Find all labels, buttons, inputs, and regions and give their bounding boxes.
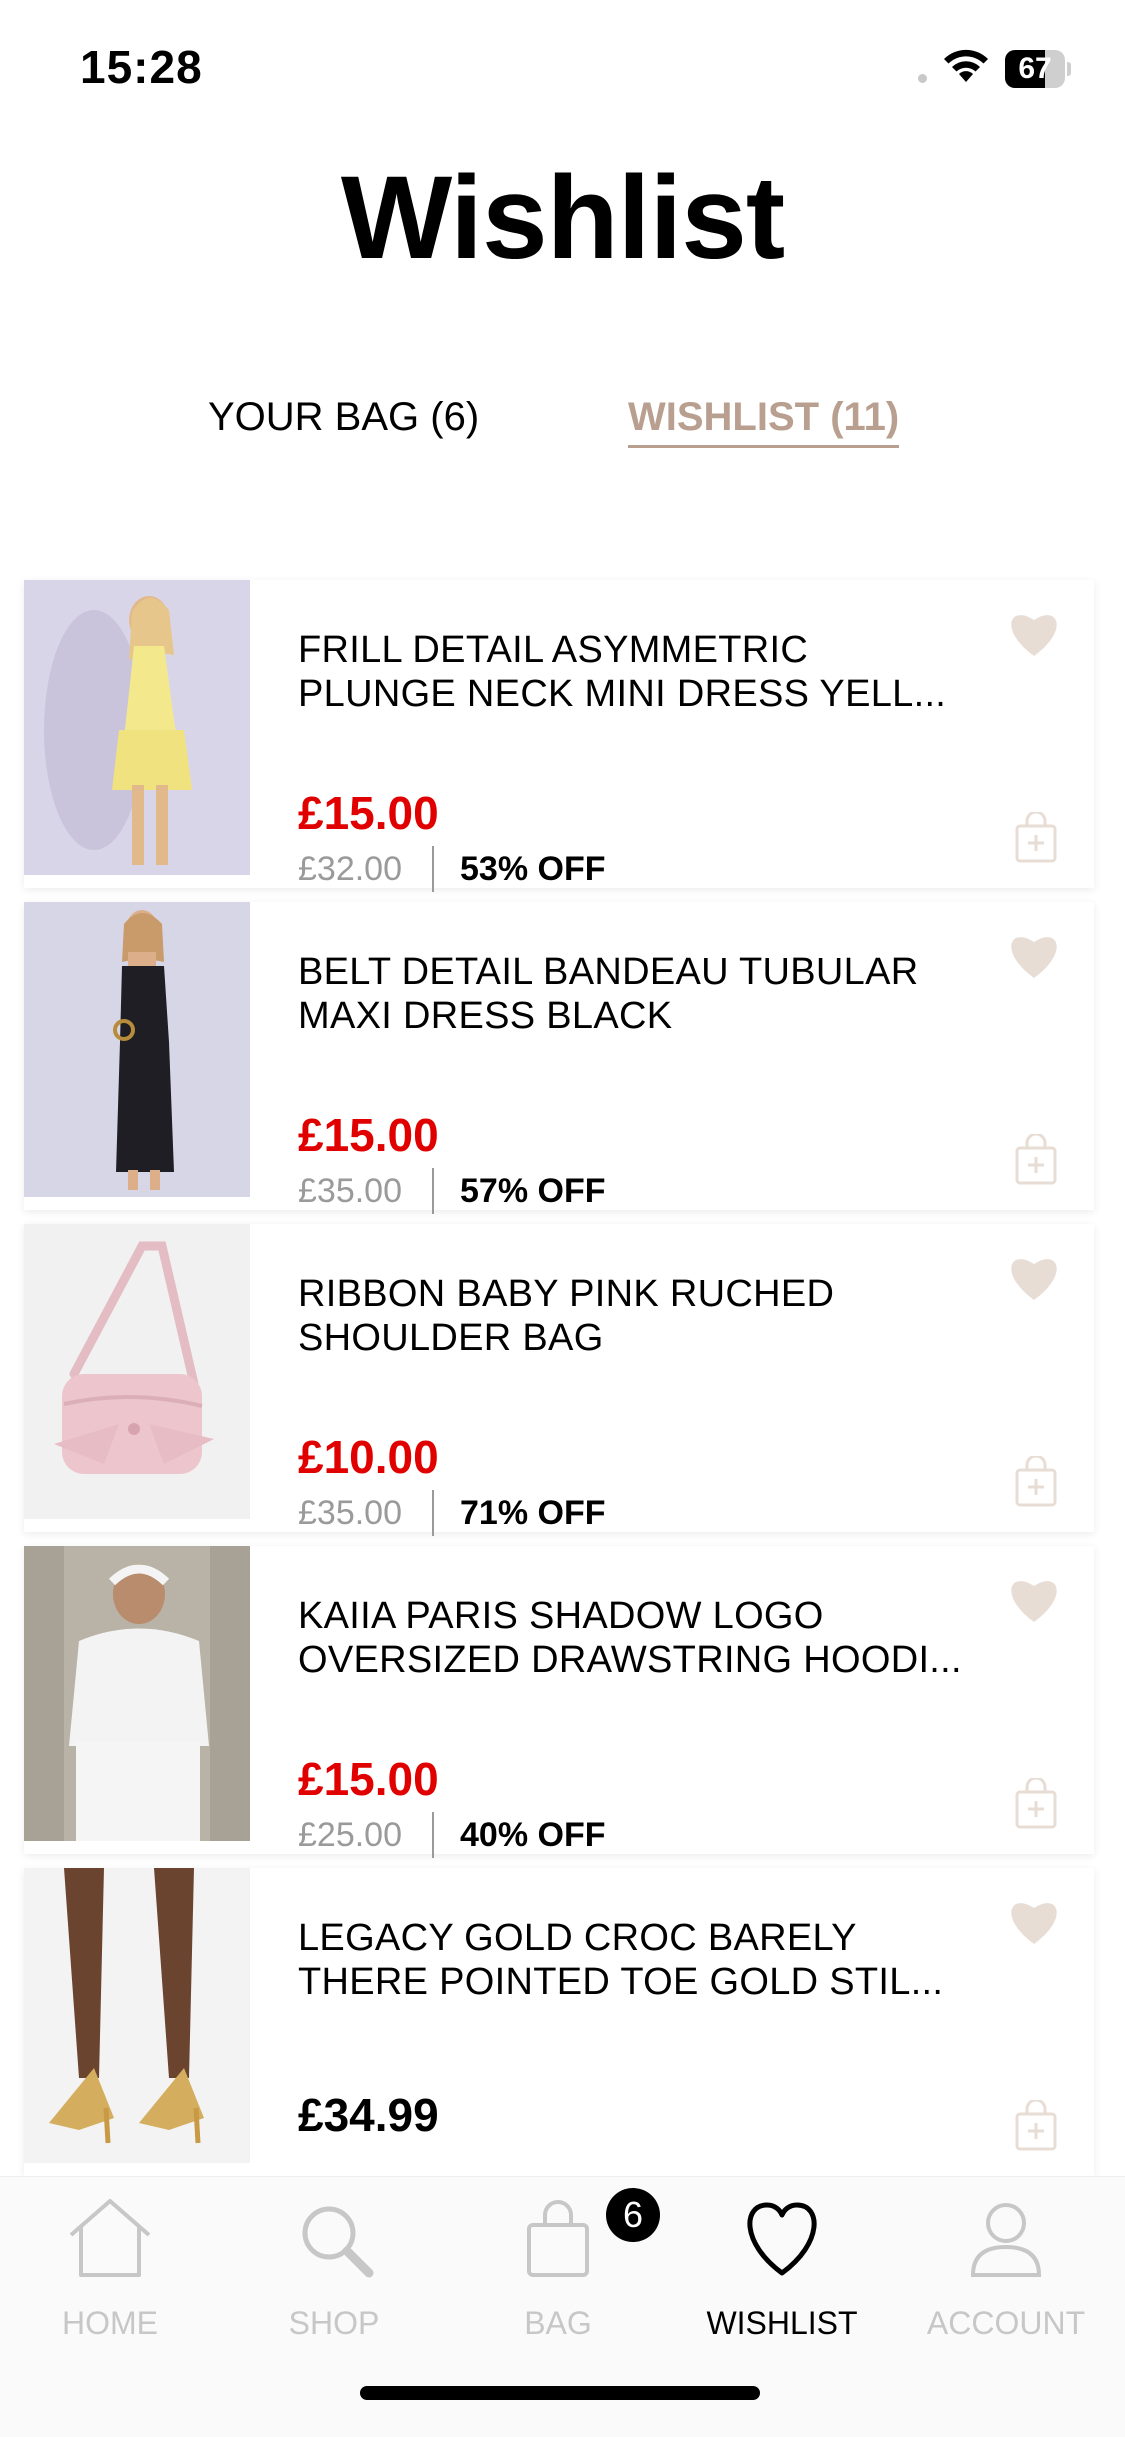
active-tab-underline: [628, 445, 900, 448]
add-to-bag-icon[interactable]: [1014, 1134, 1058, 1186]
nav-home-label: HOME: [62, 2305, 158, 2341]
bag-count-badge: 6: [606, 2188, 660, 2242]
yellow-frill-dress-photo: [24, 580, 250, 875]
add-to-bag-icon[interactable]: [1014, 1778, 1058, 1830]
price-divider: [432, 1168, 434, 1214]
product-name-line-2: SHOULDER BAG: [298, 1317, 604, 1359]
add-to-bag-icon[interactable]: [1014, 1456, 1058, 1508]
price-divider: [432, 846, 434, 892]
account-icon: [970, 2203, 1042, 2277]
product-name-line-2: MAXI DRESS BLACK: [298, 995, 673, 1037]
price-divider: [432, 1490, 434, 1536]
sale-price: £15.00: [298, 1109, 439, 1161]
add-to-bag-icon[interactable]: [1014, 812, 1058, 864]
signal-dot: [918, 74, 927, 83]
product-image-white-hoodie[interactable]: [24, 1546, 250, 1841]
product-name-line-1: RIBBON BABY PINK RUCHED: [298, 1273, 835, 1315]
heart-icon: [747, 2202, 817, 2276]
discount-label: 40% OFF: [460, 1816, 606, 1854]
original-price: £25.00: [298, 1816, 402, 1854]
nav-wishlist-label: WISHLIST: [706, 2305, 858, 2341]
battery-level: 67: [1018, 52, 1052, 85]
sale-price: £15.00: [298, 787, 439, 839]
product-image-yellow-dress[interactable]: [24, 580, 250, 875]
wifi-icon: [944, 49, 988, 82]
remove-from-wishlist-heart-icon[interactable]: [1006, 1896, 1062, 1946]
battery-icon: 67: [1005, 50, 1071, 88]
product-name-line-1: FRILL DETAIL ASYMMETRIC: [298, 629, 809, 671]
original-price: £35.00: [298, 1494, 402, 1532]
white-hoodie-photo: [24, 1546, 250, 1841]
sale-price: £10.00: [298, 1431, 439, 1483]
product-name-line-1: KAIIA PARIS SHADOW LOGO: [298, 1595, 824, 1637]
remove-from-wishlist-heart-icon[interactable]: [1006, 608, 1062, 658]
search-icon: [302, 2206, 374, 2278]
product-image-gold-heels[interactable]: [24, 1868, 250, 2163]
wishlist-list: FRILL DETAIL ASYMMETRIC PLUNGE NECK MINI…: [24, 580, 1094, 2190]
segment-tabs: YOUR BAG (6) WISHLIST (11): [0, 395, 1125, 455]
product-name-line-1: BELT DETAIL BANDEAU TUBULAR: [298, 951, 919, 993]
nav-bag-label: BAG: [524, 2305, 592, 2341]
product-name[interactable]: LEGACY GOLD CROC BARELY THERE POINTED TO…: [298, 1916, 998, 2004]
status-time: 15:28: [80, 41, 203, 93]
product-name[interactable]: RIBBON BABY PINK RUCHED SHOULDER BAG: [298, 1272, 998, 1360]
product-image-pink-bag[interactable]: [24, 1224, 250, 1519]
wishlist-item[interactable]: LEGACY GOLD CROC BARELY THERE POINTED TO…: [24, 1868, 1094, 2176]
product-name-line-1: LEGACY GOLD CROC BARELY: [298, 1917, 857, 1959]
original-price: £32.00: [298, 850, 402, 888]
product-name-line-2: PLUNGE NECK MINI DRESS YELL...: [298, 673, 947, 715]
original-price: £35.00: [298, 1172, 402, 1210]
remove-from-wishlist-heart-icon[interactable]: [1006, 930, 1062, 980]
nav-account[interactable]: ACCOUNT: [906, 2195, 1106, 2345]
product-name[interactable]: KAIIA PARIS SHADOW LOGO OVERSIZED DRAWST…: [298, 1594, 998, 1682]
wishlist-item[interactable]: FRILL DETAIL ASYMMETRIC PLUNGE NECK MINI…: [24, 580, 1094, 892]
remove-from-wishlist-heart-icon[interactable]: [1006, 1574, 1062, 1624]
nav-shop-label: SHOP: [288, 2305, 380, 2341]
tab-your-bag-label: YOUR BAG (6): [208, 395, 480, 439]
tab-wishlist-label: WISHLIST (11): [628, 395, 900, 439]
pink-shoulder-bag-photo: [24, 1224, 250, 1519]
bag-icon: [527, 2200, 589, 2277]
home-indicator[interactable]: [360, 2386, 760, 2400]
product-price: £34.99: [298, 2089, 439, 2141]
status-bar: 15:28 67: [0, 0, 1125, 130]
home-icon: [69, 2199, 151, 2277]
nav-account-label: ACCOUNT: [926, 2305, 1086, 2341]
product-name[interactable]: BELT DETAIL BANDEAU TUBULAR MAXI DRESS B…: [298, 950, 998, 1038]
product-name[interactable]: FRILL DETAIL ASYMMETRIC PLUNGE NECK MINI…: [298, 628, 998, 716]
tab-wishlist[interactable]: WISHLIST (11): [628, 395, 900, 448]
black-maxi-dress-photo: [24, 902, 250, 1197]
add-to-bag-icon[interactable]: [1014, 2100, 1058, 2152]
wishlist-item[interactable]: RIBBON BABY PINK RUCHED SHOULDER BAG £10…: [24, 1224, 1094, 1536]
discount-label: 71% OFF: [460, 1494, 606, 1532]
page-title: Wishlist: [340, 152, 785, 284]
nav-shop[interactable]: SHOP: [234, 2195, 434, 2345]
wishlist-item[interactable]: KAIIA PARIS SHADOW LOGO OVERSIZED DRAWST…: [24, 1546, 1094, 1858]
remove-from-wishlist-heart-icon[interactable]: [1006, 1252, 1062, 1302]
wishlist-item[interactable]: BELT DETAIL BANDEAU TUBULAR MAXI DRESS B…: [24, 902, 1094, 1214]
nav-wishlist[interactable]: WISHLIST: [682, 2195, 882, 2345]
sale-price: £15.00: [298, 1753, 439, 1805]
price-divider: [432, 1812, 434, 1858]
product-image-black-dress[interactable]: [24, 902, 250, 1197]
product-name-line-2: OVERSIZED DRAWSTRING HOODI...: [298, 1639, 962, 1681]
discount-label: 57% OFF: [460, 1172, 606, 1210]
product-name-line-2: THERE POINTED TOE GOLD STIL...: [298, 1961, 944, 2003]
nav-home[interactable]: HOME: [10, 2195, 210, 2345]
tab-your-bag[interactable]: YOUR BAG (6): [208, 395, 479, 440]
discount-label: 53% OFF: [460, 850, 606, 888]
gold-heels-photo: [24, 1868, 250, 2163]
